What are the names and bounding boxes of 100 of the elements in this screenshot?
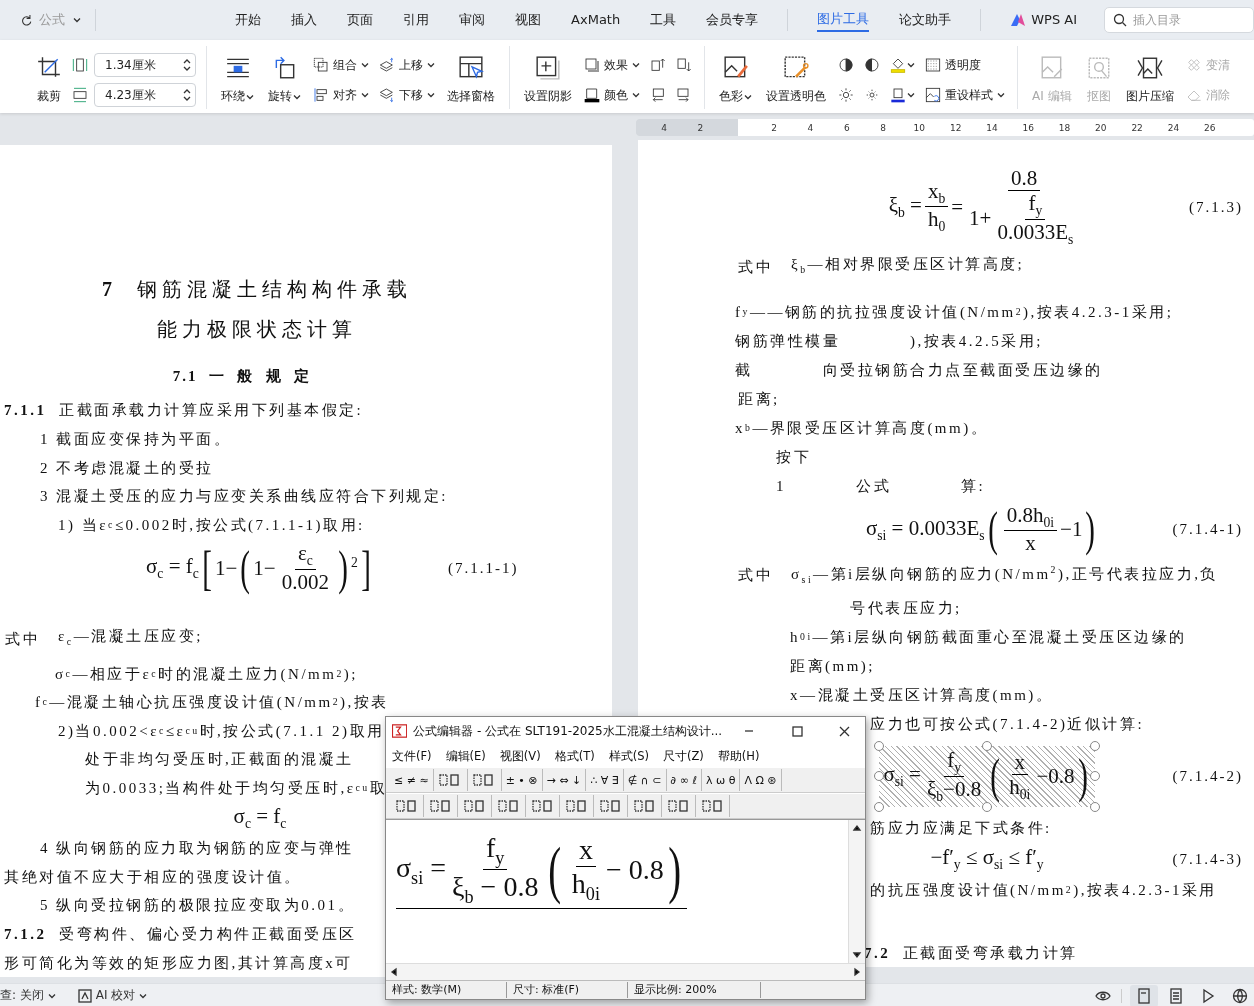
formula: σ$_{c}$ = f$_{c}$	[232, 803, 288, 834]
body-text: 1 截面应变保持为平面。	[40, 430, 232, 449]
ribbon-button[interactable]: 色彩	[715, 53, 756, 107]
ribbon-button[interactable]: 图片压缩	[1121, 53, 1178, 107]
icon-button[interactable]	[888, 57, 917, 73]
icon-button[interactable]	[836, 57, 856, 73]
palette-button[interactable]: ∉ ∩ ⊂	[623, 769, 667, 791]
ribbon-tab[interactable]: AxMath	[556, 0, 636, 40]
ribbon-tab[interactable]: 图片工具	[802, 0, 885, 40]
icon-button[interactable]	[888, 87, 917, 103]
status-button[interactable]: AI 校对	[77, 987, 148, 1004]
ribbon-button[interactable]: 设置阴影	[520, 53, 576, 107]
ribbon-tab[interactable]: 会员专享	[691, 0, 774, 40]
menu-item[interactable]: 文件(F)	[392, 748, 432, 764]
wps-ai-logo-icon	[1010, 13, 1027, 27]
formula: −f′$_{y}$ ≤ σ$_{si}$ ≤ f′$_{y}$	[929, 844, 1045, 875]
vertical-scrollbar[interactable]	[848, 820, 865, 963]
icon-button[interactable]	[648, 57, 668, 73]
ribbon-tab[interactable]: 开始	[220, 0, 277, 40]
spinner-icon	[183, 58, 191, 72]
ribbon-button[interactable]: 旋转	[264, 53, 305, 107]
spinner-icon	[183, 88, 191, 102]
ribbon-button[interactable]: 颜色	[582, 86, 642, 104]
icon-button[interactable]	[862, 57, 882, 73]
palette-button[interactable]: Λ Ω ⊛	[740, 769, 782, 791]
brightness-up-icon	[838, 87, 854, 103]
text-fragment: 向受拉钢筋合力点至截面受压边缘的	[822, 360, 1103, 380]
ribbon-button[interactable]: 下移	[377, 86, 437, 104]
shadow-right-icon	[676, 87, 692, 103]
body-text: 4 纵向钢筋的应力取为钢筋的应变与弹性	[40, 839, 354, 859]
ribbon-button[interactable]: 重设样式	[923, 86, 1007, 104]
contrast-up-icon	[838, 57, 854, 73]
ruler-number: 2	[696, 122, 705, 133]
body-text: 号代表压应力;	[850, 598, 962, 618]
body-text: x—混凝土受压区计算高度(mm)。	[790, 685, 1054, 705]
ribbon-tab[interactable]: 视图	[500, 0, 557, 40]
ribbon-button[interactable]: 组合	[311, 56, 371, 74]
ribbon-button[interactable]: 上移	[377, 56, 437, 74]
shadow-icon	[535, 55, 561, 81]
icon-button[interactable]	[674, 57, 694, 73]
ribbon-tab[interactable]: 论文助手	[884, 0, 967, 40]
ribbon-button[interactable]: 选择窗格	[443, 53, 499, 107]
template-palette-icon	[439, 773, 462, 787]
fill-bucket-icon	[890, 57, 906, 73]
ribbon-tab[interactable]: 引用	[388, 0, 445, 40]
resize-handle[interactable]	[874, 740, 885, 751]
picture-reset-icon	[925, 87, 941, 103]
palette-button[interactable]: ∴ ∀ ∃	[586, 769, 624, 791]
globe-icon	[1232, 987, 1248, 1004]
text-fragment: 按下	[776, 447, 811, 467]
ruler-number: 24	[1166, 122, 1181, 133]
menu-item[interactable]: 编辑(E)	[445, 748, 486, 764]
palette-button[interactable]: ∂ ∞ ℓ	[666, 769, 702, 791]
template-palette-icon	[473, 773, 496, 787]
ribbon-tab[interactable]: 插入	[276, 0, 333, 40]
body-text: 其绝对值不应大于相应的强度设计值。	[4, 867, 302, 887]
resize-handle[interactable]	[1089, 771, 1100, 782]
ribbon-button[interactable]: 透明度	[923, 56, 1007, 74]
ribbon-tab[interactable]: 审阅	[444, 0, 501, 40]
section-heading: 7.1 一 般 规 定	[172, 366, 312, 386]
shadow-color-icon	[584, 87, 600, 103]
menu-item[interactable]: 帮助(H)	[717, 748, 760, 764]
resize-handle[interactable]	[982, 802, 992, 813]
horizontal-scrollbar[interactable]	[386, 963, 865, 980]
ribbon-button[interactable]: 环绕	[217, 53, 258, 107]
menu-item[interactable]: 格式(T)	[554, 748, 595, 764]
ribbon-button[interactable]: 设置透明色	[762, 53, 830, 107]
size-field[interactable]: 1.34厘米	[94, 53, 196, 77]
palette-button[interactable]: ≤ ≠ ≈	[390, 769, 434, 791]
template-palette-icon	[497, 799, 520, 813]
ruler-number: 20	[1094, 122, 1108, 133]
redo-icon	[20, 12, 34, 28]
resize-handle[interactable]	[1089, 740, 1100, 751]
status-button[interactable]: 查: 关闭	[0, 987, 56, 1004]
ribbon-button[interactable]: 效果	[582, 56, 642, 74]
align-icon	[313, 87, 329, 103]
ribbon-tab[interactable]: WPS AI	[995, 0, 1092, 40]
ribbon-tab[interactable]: 工具	[635, 0, 692, 40]
ribbon-button[interactable]: 对齐	[311, 86, 371, 104]
ribbon-button[interactable]: 裁剪	[32, 53, 66, 107]
resize-handle[interactable]	[982, 740, 992, 751]
palette-button[interactable]: λ ω θ	[701, 769, 741, 791]
menu-item[interactable]: 尺寸(Z)	[662, 748, 704, 764]
palette-button[interactable]: ± • ⊗	[501, 769, 543, 791]
resize-handle[interactable]	[874, 802, 885, 813]
resize-handle[interactable]	[1089, 802, 1100, 813]
caret-icon	[47, 991, 56, 1000]
menu-item[interactable]: 样式(S)	[608, 748, 649, 764]
body-text: 处于非均匀受压时,正截面的混凝土	[85, 750, 354, 770]
ribbon-tab[interactable]: 页面	[332, 0, 389, 40]
menu-item[interactable]: 视图(V)	[499, 748, 541, 764]
palette-button[interactable]: → ⇔ ↓	[542, 769, 587, 791]
ruler-number: 18	[1057, 122, 1072, 133]
resize-handle[interactable]	[874, 771, 885, 782]
size-field[interactable]: 4.23厘米	[94, 83, 196, 107]
icon-button[interactable]	[836, 87, 856, 103]
ruler-number: 4	[660, 122, 668, 133]
clause-text: 7.1.1 正截面承载力计算应采用下列基本假定:	[4, 401, 364, 421]
equation-number: (7.1.4-3)	[1172, 850, 1243, 868]
text-fragment: 截	[735, 360, 753, 380]
